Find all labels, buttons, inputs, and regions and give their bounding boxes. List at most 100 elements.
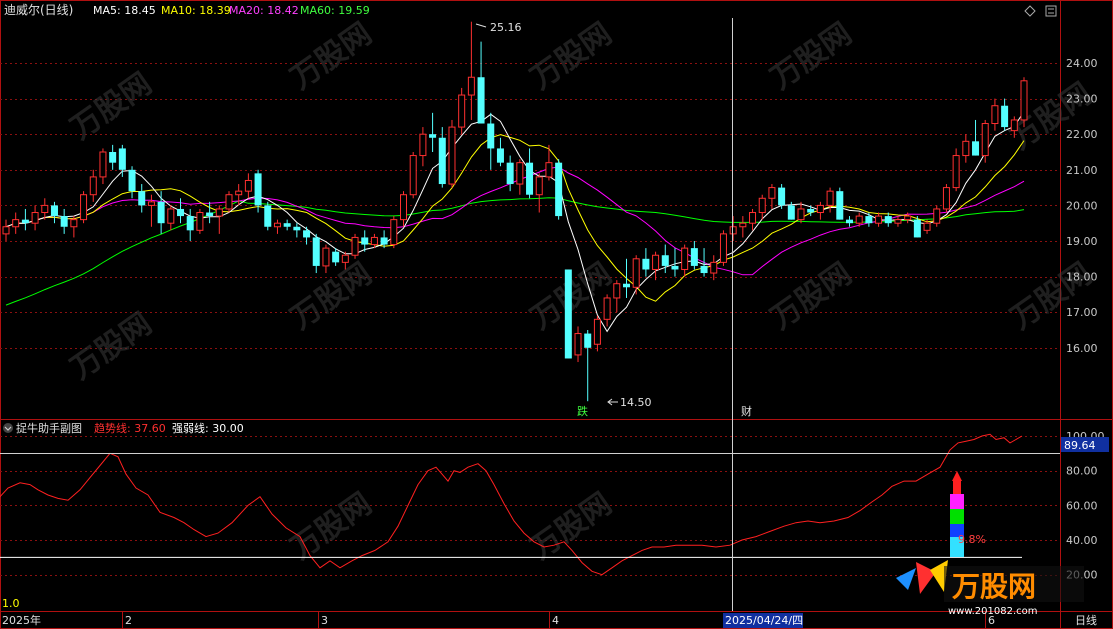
candle-body <box>593 318 601 345</box>
candle-body <box>904 215 912 221</box>
candle-body <box>642 258 650 270</box>
candle-body <box>409 155 417 196</box>
candle-body <box>826 190 834 206</box>
up-arrow-icon <box>952 471 962 481</box>
settings-icon[interactable] <box>1045 5 1057 17</box>
price-axis: 24.00 23.00 22.00 21.00 20.00 19.00 18.00 17.00… <box>1066 57 1098 355</box>
signal-stack: 9.8% <box>950 471 986 557</box>
stock-title: 迪威尔(日线) <box>4 2 73 17</box>
candle-body <box>244 179 252 192</box>
period-label: 日线 <box>1075 613 1097 627</box>
ma10-label: MA10: 18.39 <box>161 4 231 17</box>
svg-text:9.8%: 9.8% <box>958 533 986 546</box>
candle-body <box>312 237 320 266</box>
price-tick-label: 23.00 <box>1066 93 1098 106</box>
candle-body <box>545 162 553 178</box>
candle-body <box>884 216 892 224</box>
ma60-label: MA60: 19.59 <box>300 4 370 17</box>
candle-body <box>749 212 757 224</box>
candle-body <box>70 219 78 228</box>
indicator-tick-label: 60.00 <box>1066 499 1098 512</box>
date-label-3: 4 <box>552 614 559 627</box>
candle-body <box>2 226 10 235</box>
candle-body <box>138 191 146 206</box>
candle-body <box>332 251 340 263</box>
date-label-2: 3 <box>321 614 328 627</box>
price-tick-label: 24.00 <box>1066 57 1098 70</box>
candle-body <box>438 137 446 185</box>
watermark-logo: 万股网 www.201082.com <box>896 560 1084 617</box>
candle-body <box>487 123 495 149</box>
diamond-icon[interactable] <box>1024 5 1036 17</box>
candlestick-series <box>2 21 1028 402</box>
candle-body <box>690 248 698 266</box>
watermark-text: 万股网 <box>525 16 619 96</box>
candle-body <box>390 219 398 246</box>
candle-body <box>419 133 427 157</box>
candle-body <box>196 212 204 231</box>
candle-body <box>109 152 117 163</box>
candle-body <box>894 219 902 224</box>
candle-body <box>380 237 388 245</box>
candle-body <box>584 333 592 348</box>
candle-body <box>535 176 543 196</box>
indicator-lines <box>0 433 1023 576</box>
candle-body <box>1010 119 1018 132</box>
date-label-0: 2025年 <box>2 613 41 627</box>
strength-line-label: 强弱线: 30.00 <box>172 421 244 435</box>
watermark-text: 万股网 <box>765 256 859 336</box>
candle-body <box>273 222 281 228</box>
high-annotation: 25.16 <box>475 21 522 34</box>
candle-body <box>147 201 155 206</box>
crosshair-value-box: 89.64 <box>1061 437 1109 452</box>
candle-body <box>622 283 630 288</box>
watermark-text: 万股网 <box>765 16 859 96</box>
watermark-text: 万股网 <box>1005 256 1099 336</box>
candle-body <box>21 219 29 224</box>
candle-body <box>1020 80 1028 121</box>
candle-body <box>458 94 466 128</box>
price-tick-label: 16.00 <box>1066 342 1098 355</box>
ma5-label: MA5: 18.45 <box>93 4 156 17</box>
ma20-label: MA20: 18.42 <box>229 4 299 17</box>
candle-body <box>739 222 747 228</box>
corner-label: 1.0 <box>2 597 20 610</box>
indicator-axis: 100.0080.0060.0040.0020.00 <box>1066 430 1105 582</box>
indicator-title: 捉牛助手副图 <box>16 421 82 435</box>
crosshair-date: 2025/04/24/四 <box>725 614 803 627</box>
candle-body <box>1001 105 1009 128</box>
candle-body <box>516 162 524 185</box>
candle-body <box>671 265 679 270</box>
candle-body <box>652 254 660 270</box>
candle-body <box>952 155 960 189</box>
svg-text:89.64: 89.64 <box>1064 439 1096 452</box>
logo-text: 万股网 <box>952 570 1036 603</box>
candle-body <box>118 148 126 170</box>
low-annotation: 14.50 <box>607 396 652 409</box>
svg-text:25.16: 25.16 <box>490 21 522 34</box>
candle-body <box>177 208 185 217</box>
price-tick-label: 18.00 <box>1066 271 1098 284</box>
candle-body <box>681 247 689 270</box>
candle-body <box>322 247 330 267</box>
watermark-pattern: 万股网万股网万股网万股网万股网万股网万股网万股网万股网万股网万股网万股网 <box>65 16 1099 566</box>
indicator-tick-label: 40.00 <box>1066 534 1098 547</box>
candle-body <box>758 197 766 214</box>
watermark-text: 万股网 <box>285 16 379 96</box>
collapse-icon[interactable] <box>3 423 13 433</box>
candle-body <box>632 258 640 288</box>
candle-body <box>293 226 301 231</box>
finance-marker: 财 <box>741 404 752 418</box>
candle-body <box>41 204 49 214</box>
candle-body <box>700 265 708 274</box>
candle-body <box>981 123 989 157</box>
date-label-1: 2 <box>125 614 132 627</box>
candle-body <box>31 212 39 224</box>
candle-body <box>855 215 863 224</box>
stock-chart[interactable]: 万股网万股网万股网万股网万股网万股网万股网万股网万股网万股网万股网万股网 9.8… <box>0 0 1113 629</box>
window-controls[interactable] <box>1024 5 1057 17</box>
candle-body <box>778 187 786 206</box>
candle-body <box>865 216 873 224</box>
candle-body <box>370 236 378 246</box>
candle-body <box>496 148 504 163</box>
